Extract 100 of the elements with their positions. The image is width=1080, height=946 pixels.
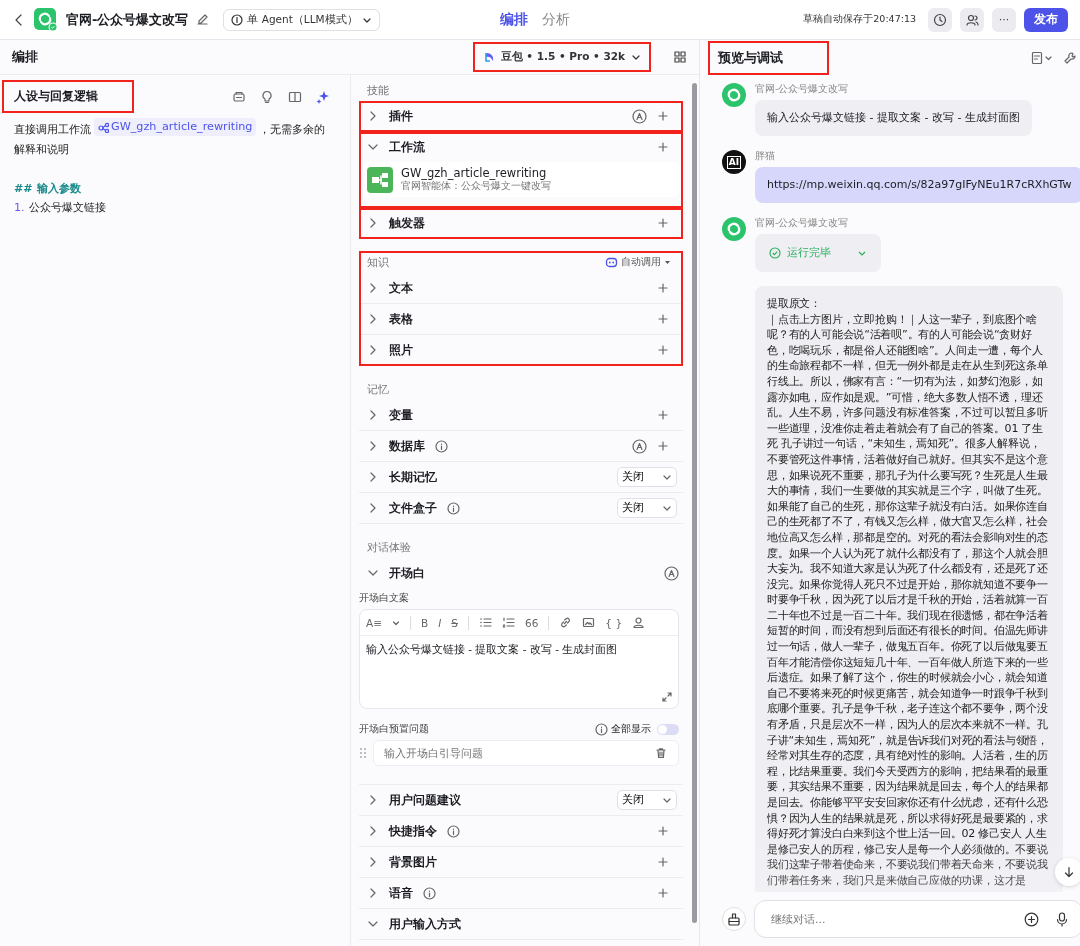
debug-menu-icon[interactable] <box>1031 50 1054 65</box>
tab[interactable]: 分析 <box>542 11 570 29</box>
auto-call-dropdown[interactable]: 自动调用 <box>599 254 677 270</box>
scrollbar-thumb[interactable] <box>691 83 697 923</box>
add-icon[interactable] <box>657 110 669 122</box>
section-heading: 技能 <box>367 82 389 98</box>
question-field[interactable]: 输入开场白引导问题 <box>373 740 679 766</box>
arrow-down-icon <box>1063 866 1076 878</box>
row-label: 数据库 <box>389 438 425 454</box>
check-circle-icon <box>769 247 781 259</box>
add-icon[interactable] <box>657 141 669 153</box>
collapse-row[interactable]: 照片 <box>359 335 683 366</box>
collapse-row[interactable]: 文件盒子 关闭 <box>359 493 683 524</box>
collapse-row[interactable]: 工作流 GW_gzh_article_rewriting 官网智能体：公众号爆文一键改写 <box>359 132 683 208</box>
add-icon[interactable] <box>657 825 669 837</box>
mode-dropdown[interactable]: 单 Agent（LLM模式） <box>223 8 380 31</box>
workflow-icon <box>98 121 109 133</box>
toolbar-button[interactable]: S <box>451 616 458 629</box>
numbered-list-icon[interactable] <box>502 616 515 629</box>
collapse-row[interactable]: 文本 <box>359 273 683 304</box>
expand-icon[interactable] <box>662 692 672 702</box>
wrench-icon[interactable] <box>1063 50 1078 65</box>
collapse-row[interactable]: 触发器 <box>359 208 683 239</box>
row-label: 用户问题建议 <box>389 792 461 808</box>
add-circle-icon[interactable] <box>1024 912 1040 927</box>
message-bubble: https://mp.weixin.qq.com/s/82a97gIFyNEu1R7cRXhGTw <box>755 167 1080 203</box>
workflow-name: GW_gzh_article_rewriting <box>401 166 548 180</box>
row-label: 长期记忆 <box>389 469 437 485</box>
section-heading: 对话体验 <box>367 539 411 555</box>
caret-icon <box>664 258 671 266</box>
row-label: 语音 <box>389 885 413 901</box>
add-icon[interactable] <box>657 409 669 421</box>
bulb-icon[interactable] <box>260 89 274 104</box>
collapse-row[interactable]: 数据库 <box>359 431 683 462</box>
toolbar-button[interactable]: { } <box>605 616 623 629</box>
collapse-row[interactable]: 变量 <box>359 400 683 431</box>
collapse-row[interactable]: 长期记忆 关闭 <box>359 462 683 493</box>
publish-button[interactable]: 发布 <box>1024 7 1068 32</box>
status-dropdown[interactable]: 关闭 <box>617 467 677 487</box>
row-label: 变量 <box>389 407 413 423</box>
history-button[interactable] <box>928 7 952 32</box>
sparkle-icon[interactable] <box>316 89 330 104</box>
delete-icon[interactable] <box>655 747 667 759</box>
collaborators-button[interactable] <box>960 7 984 32</box>
rich-text-editor[interactable]: A≡ B I S 66 { } 输入公众号爆文链接 - 提取文案 - 改写 - 生成封面图 <box>359 609 679 709</box>
link-icon[interactable] <box>559 616 573 629</box>
collapse-row[interactable]: 语音 <box>359 878 683 909</box>
drag-handle-icon[interactable] <box>359 747 367 759</box>
add-icon[interactable] <box>657 440 669 452</box>
template-icon[interactable] <box>232 89 246 104</box>
microphone-icon[interactable] <box>1055 912 1070 927</box>
status-dropdown[interactable]: 关闭 <box>617 498 677 518</box>
row-label: 文件盒子 <box>389 500 437 516</box>
message-input[interactable]: 继续对话... <box>754 900 1080 938</box>
list-text: 公众号爆文链接 <box>28 199 106 216</box>
add-icon[interactable] <box>657 887 669 899</box>
collapse-row[interactable]: 插件 <box>359 101 683 132</box>
toolbar-button[interactable]: A≡ <box>366 616 382 629</box>
toggle-label: 全部显示 <box>611 723 651 736</box>
model-selector[interactable]: 豆包 • 1.5 • Pro • 32k <box>472 42 651 72</box>
person-icon[interactable] <box>632 616 646 629</box>
row-label: 照片 <box>389 342 413 358</box>
split-view-icon[interactable] <box>288 89 302 104</box>
add-icon[interactable] <box>657 217 669 229</box>
edit-icon[interactable] <box>196 13 210 26</box>
collapse-row[interactable]: 背景图片 <box>359 847 683 878</box>
collapse-row[interactable]: 表格 <box>359 304 683 335</box>
people-icon <box>965 12 979 27</box>
add-icon[interactable] <box>657 344 669 356</box>
app-title: 官网-公众号爆文改写 <box>66 10 189 29</box>
collapse-row[interactable]: 快捷指令 <box>359 816 683 847</box>
more-button[interactable]: ··· <box>992 7 1016 32</box>
add-icon[interactable] <box>657 856 669 868</box>
agent-icon <box>231 13 244 26</box>
workflow-reference[interactable]: GW_gzh_article_rewriting <box>94 118 257 136</box>
workflow-card[interactable]: GW_gzh_article_rewriting 官网智能体：公众号爆文一键改写 <box>363 162 679 197</box>
section-heading: 记忆 <box>367 381 389 397</box>
toolbar-button[interactable]: I <box>438 616 442 629</box>
image-icon[interactable] <box>582 616 596 629</box>
history-icon <box>933 12 947 27</box>
workflow-logo-icon <box>367 166 393 193</box>
clear-context-button[interactable] <box>722 907 746 931</box>
collapse-row[interactable]: 用户输入方式 <box>359 909 683 940</box>
toolbar-button[interactable]: B <box>421 616 429 629</box>
toggle-switch[interactable] <box>657 724 679 735</box>
scroll-down-button[interactable] <box>1055 858 1080 886</box>
bot-avatar-icon <box>722 217 746 241</box>
status-dropdown[interactable]: 关闭 <box>617 790 677 810</box>
toolbar-button[interactable]: 66 <box>525 616 539 629</box>
bulleted-list-icon[interactable] <box>479 616 492 629</box>
collapse-row[interactable]: 用户问题建议 关闭 <box>359 785 683 816</box>
message-text: ｜点击上方图片，立即抢购！｜人这一辈子，到底图个啥呢？有的人可能会说“活着呗”。有的人可能会说“贪财好色，吃喝玩乐，都是俗人还能图啥”。人间走一遭，每个人的生命旅程都不一样，但无一例外都是走在从生到死这条单行线上。所以，佛家有言：“一切有为法，如梦幻泡影，如露亦如电，应作如是观。”可惜，绝大多数人悟不透，理还乱。人生不易，许多问题没有标准答案，不过可以暂且多听一些道理，没准你走着走着就会有了自己的答案。01 了生死 孔子讲过一句话，“未知生，焉知死”。很多人解释说，不要管死这件事情，活着做好自己就好。但其实不是这个意思，如果说死不重要，那孔子为什么要写死？生死是人生最大的事情，我们一生要做的其实就是三个字，叫做了生死。如果能了自己的生死，那你这辈子就没有白活。如果你连自己的生死都了不了，有钱又怎么样，做大官又怎么样，社会地位高又怎么样，那都是空的。对死的看法会影响对生的态度。如果一个人认为死了就什么都没有了，那这个人就会胆大妄为。我不知道大家是认为死了什么都没有，还是死了还没完。如果你觉得人死只不过是开始，那你就知道不要争一时要争千秋，因为死了以后才是千秋的开始，活着就算一百二十年也不过是一百二十年。我们现在很遗憾，都在争活着短暂的时间，而没有想到后面还有很长的时间。伯温先师讲过一句话，做人一辈子，做鬼五百年。你死了以后做鬼要五百年才能清偿你这短短几十年、一百年做人所造下来的一些后遗症。如果了解了这个，你生的时候就会小心，就会知道自己不要将来死的时候更痛苦，就会知道争一时跟争千秋到底哪个重要。孔子是争千秋，老子连这个都不要争，两个没有矛盾，只是层次不一样，因为人的层次本来就不一样。孔子讲“未知生，焉知死”，就是告诉我们对死的看法与领悟，经常对其生存的态度，具有绝对性的影响。人活着，生的历程，比结果重要。我们今天受西方的影响，把结果看的最重要，其实结果不重要，因为结果就是回去，每个人的结果都是回去。你能够平平安安回家你还有什么忧虑，还有什么恐惧？因为人生的结果就是死，所以求得好死是最要紧的，求得好死才算没白白来到这个世上活一回。02 修己安人 人生是修己安人的历程，修己安人是每一个人必须做的。不要说我们这辈子带着使命来，不要说我们带着天命来，不要说我们带着任务来，我们只是来做自己应做的功课，这才是 <box>767 311 1049 889</box>
tab[interactable]: 编排 <box>500 11 528 29</box>
editor-text: 输入公众号爆文链接 - 提取文案 - 改写 - 生成封面图 <box>366 643 618 655</box>
grid-icon[interactable] <box>673 50 687 64</box>
collapse-row[interactable]: 开场白 开场白文案 A≡ B I S 66 { } 输入公众号爆文链接 - 提取文案 - 改写 - 生成封面图 开场白预置问题 全部显示 输入开场白引导问题 <box>359 558 683 785</box>
add-icon[interactable] <box>657 282 669 294</box>
add-icon[interactable] <box>657 313 669 325</box>
row-label: 用户输入方式 <box>389 916 461 932</box>
message-heading: 提取原文： <box>767 296 822 312</box>
